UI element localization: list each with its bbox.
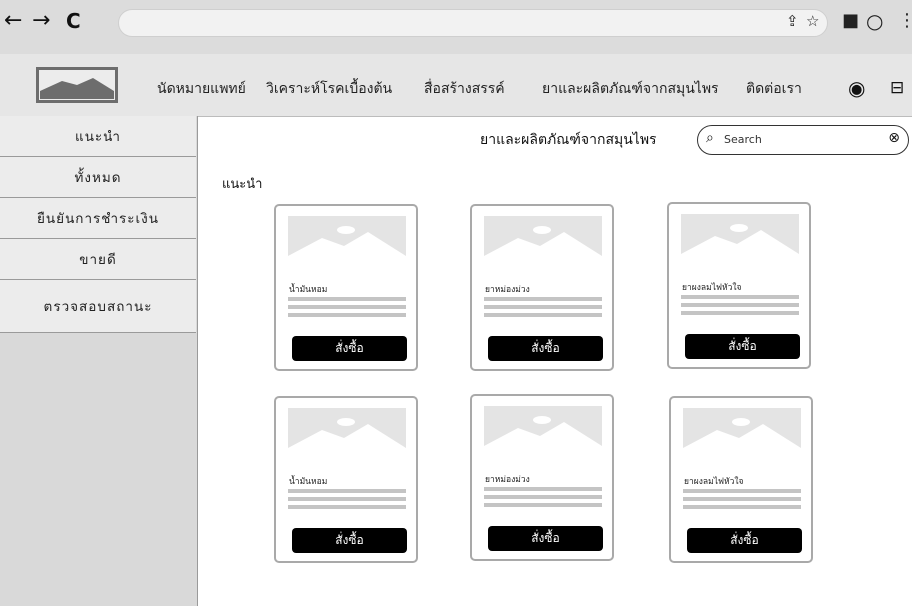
product-name: น้ำมันหอม [289, 477, 328, 487]
site-header: นัดหมายแพทย์ วิเคราะห์โรคเบื้องต้น สื่อส… [0, 54, 912, 117]
text-placeholder-line [288, 505, 406, 509]
reload-icon[interactable]: C [66, 8, 81, 34]
nav-herbal-products[interactable]: ยาและผลิตภัณฑ์จากสมุนไพร [542, 80, 719, 98]
sidebar-item-payment-confirm[interactable]: ยืนยันการชำระเงิน [0, 198, 196, 239]
sidebar-item-all[interactable]: ทั้งหมด [0, 157, 196, 198]
order-button[interactable]: สั่งซื้อ [292, 528, 407, 553]
share-icon[interactable]: ⇪ [786, 10, 799, 32]
product-card: ยาผงลมไฟหัวใจ สั่งซื้อ [669, 396, 813, 563]
product-image-icon [484, 406, 602, 458]
product-name: ยาหม่องม่วง [485, 285, 530, 295]
nav-contact[interactable]: ติดต่อเรา [746, 80, 802, 98]
text-placeholder-line [484, 503, 602, 507]
search-icon: ⌕ [706, 130, 714, 146]
product-name: ยาผงลมไฟหัวใจ [682, 283, 742, 293]
search-input[interactable]: ⌕ Search ⊗ [697, 125, 909, 155]
product-card: ยาผงลมไฟหัวใจ สั่งซื้อ [667, 202, 811, 369]
sidebar-item-label: ยืนยันการชำระเงิน [37, 211, 159, 227]
text-placeholder-line [681, 295, 799, 299]
product-name: ยาหม่องม่วง [485, 475, 530, 485]
nav-appointment[interactable]: นัดหมายแพทย์ [157, 80, 246, 98]
product-card: น้ำมันหอม สั่งซื้อ [274, 396, 418, 563]
product-image-icon [683, 408, 801, 460]
sidebar-item-recommended[interactable]: แนะนำ [0, 116, 196, 157]
text-placeholder-line [683, 489, 801, 493]
product-image-icon [681, 214, 799, 266]
sidebar-item-label: ขายดี [79, 252, 117, 268]
sidebar-item-label: ทั้งหมด [74, 170, 122, 186]
side-panel-icon[interactable]: ■ [842, 10, 859, 32]
text-placeholder-line [484, 305, 602, 309]
text-placeholder-line [683, 497, 801, 501]
product-image-icon [484, 216, 602, 268]
product-card: ยาหม่องม่วง สั่งซื้อ [470, 394, 614, 561]
section-title: แนะนำ [222, 177, 263, 192]
product-card: น้ำมันหอม สั่งซื้อ [274, 204, 418, 371]
product-card: ยาหม่องม่วง สั่งซื้อ [470, 204, 614, 371]
text-placeholder-line [681, 311, 799, 315]
cart-icon[interactable]: ⊟ [890, 78, 904, 98]
sidebar-item-label: ตรวจสอบสถานะ [43, 299, 153, 315]
product-name: ยาผงลมไฟหัวใจ [684, 477, 744, 487]
text-placeholder-line [484, 487, 602, 491]
menu-icon[interactable]: ⋮ [898, 10, 912, 32]
text-placeholder-line [484, 297, 602, 301]
address-bar[interactable] [118, 9, 828, 37]
text-placeholder-line [288, 313, 406, 317]
text-placeholder-line [288, 305, 406, 309]
profile-icon[interactable]: ○ [866, 10, 883, 32]
sidebar-item-bestseller[interactable]: ขายดี [0, 239, 196, 280]
text-placeholder-line [681, 303, 799, 307]
back-icon[interactable]: ← [4, 8, 22, 34]
product-name: น้ำมันหอม [289, 285, 328, 295]
user-icon[interactable]: ◉ [848, 76, 865, 100]
nav-media[interactable]: สื่อสร้างสรรค์ [424, 80, 505, 98]
star-icon[interactable]: ☆ [806, 10, 819, 32]
order-button[interactable]: สั่งซื้อ [488, 336, 603, 361]
nav-diagnosis[interactable]: วิเคราะห์โรคเบื้องต้น [266, 80, 392, 98]
order-button[interactable]: สั่งซื้อ [687, 528, 802, 553]
text-placeholder-line [288, 297, 406, 301]
search-placeholder: Search [724, 133, 762, 146]
text-placeholder-line [288, 497, 406, 501]
order-button[interactable]: สั่งซื้อ [685, 334, 800, 359]
text-placeholder-line [288, 489, 406, 493]
sidebar-item-label: แนะนำ [75, 129, 121, 145]
text-placeholder-line [484, 495, 602, 499]
product-image-icon [288, 216, 406, 268]
text-placeholder-line [484, 313, 602, 317]
product-image-icon [288, 408, 406, 460]
clear-icon[interactable]: ⊗ [888, 130, 900, 146]
text-placeholder-line [683, 505, 801, 509]
browser-toolbar: ← → C ⇪ ☆ ■ ○ ⋮ [0, 0, 912, 55]
logo-image-icon[interactable] [36, 67, 118, 103]
forward-icon[interactable]: → [32, 8, 50, 34]
order-button[interactable]: สั่งซื้อ [292, 336, 407, 361]
sidebar-item-status[interactable]: ตรวจสอบสถานะ [0, 280, 196, 333]
page-title: ยาและผลิตภัณฑ์จากสมุนไพร [480, 132, 657, 148]
order-button[interactable]: สั่งซื้อ [488, 526, 603, 551]
sidebar: แนะนำ ทั้งหมด ยืนยันการชำระเงิน ขายดี ตร… [0, 116, 198, 606]
